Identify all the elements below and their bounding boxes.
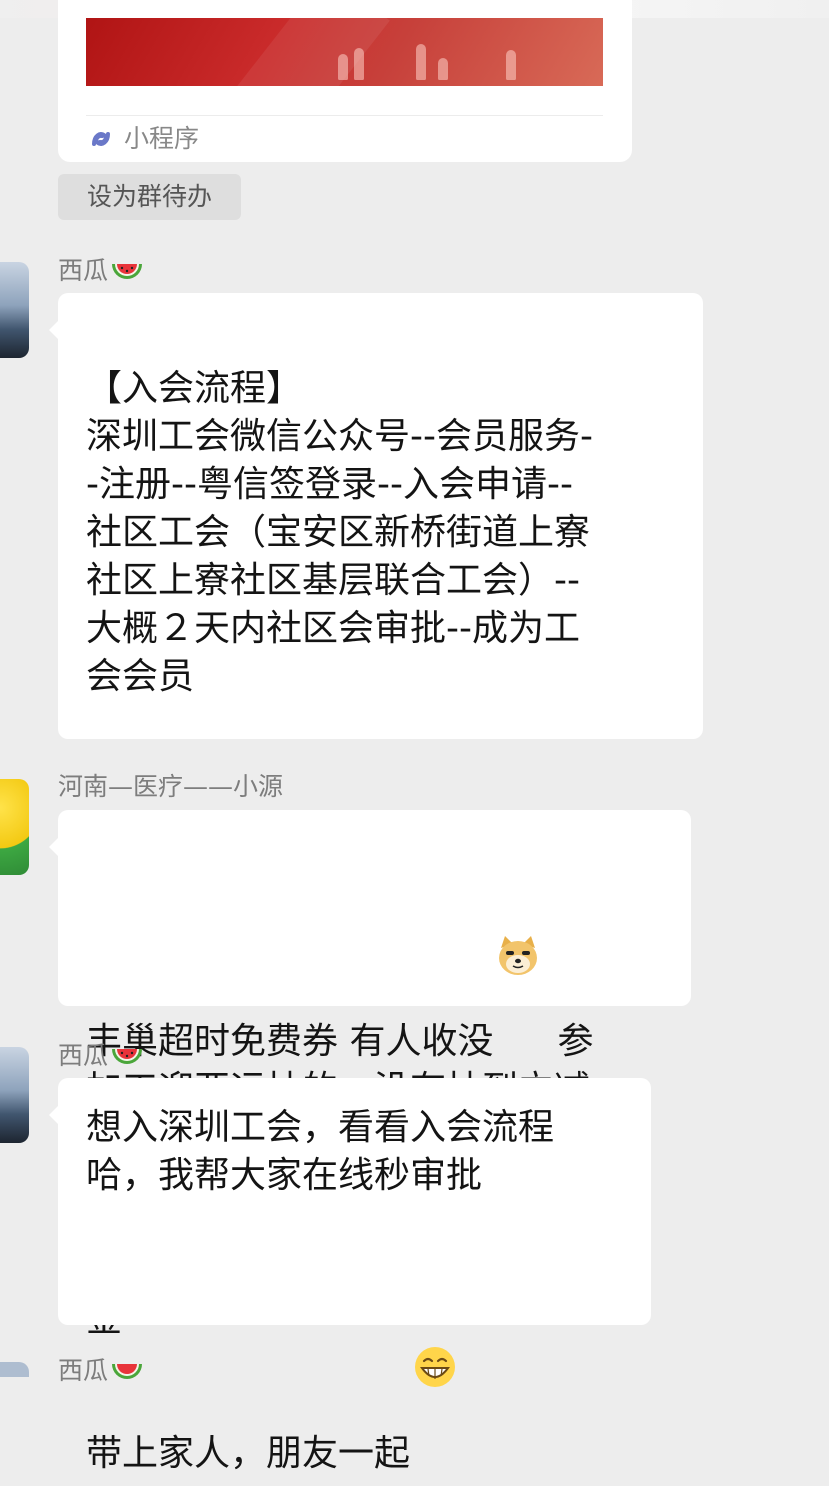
message-line: 哈，我帮大家在线秒审批 [86,1155,483,1196]
grinning-face-emoji-icon [412,1248,458,1387]
mini-program-divider [86,115,603,116]
message-text: 参 [557,1021,594,1062]
message-bubble[interactable]: 丰巢超时免费券 有人收没 参 加工迎亚运抽的，没有抽到立减 金 [49,810,691,1340]
message-line: 社区工会（宝安区新桥街道上寮 [86,512,591,553]
watermelon-icon [110,1360,144,1382]
message-text: 丰巢超时免费券 有人收没 [86,1021,494,1062]
sender-name: 河南—医疗——小源 [58,772,284,801]
message-line: 社区上寮社区基层联合工会）-- [86,560,580,601]
message-bubble[interactable]: 想入深圳工会，看看入会流程 哈，我帮大家在线秒审批 带上家人，朋友一起 [49,1078,651,1474]
sender-name: 西瓜 [58,254,144,288]
mini-program-cover-image [86,18,603,86]
avatar-xigua[interactable] [0,1047,29,1143]
message-bubble[interactable]: 【入会流程】 深圳工会微信公众号--会员服务- -注册--粤信签登录--入会申请… [49,293,703,739]
message-line: 带上家人，朋友一起 [86,1248,651,1478]
message-text: 带上家人，朋友一起 [86,1433,411,1474]
message-line: 深圳工会微信公众号--会员服务- [86,416,593,457]
message-line: 【入会流程】 [86,368,303,409]
sender-name: 西瓜 [58,1354,144,1388]
sender-name-text: 西瓜 [58,1356,109,1385]
sender-name-text: 西瓜 [58,1041,109,1070]
mini-program-card[interactable]: 小程序 [58,0,632,162]
message-line: 会会员 [86,656,195,697]
sender-name-text: 西瓜 [58,256,109,285]
avatar-xigua[interactable] [0,1362,29,1377]
watermelon-icon [110,260,144,282]
avatar-xiaoyuan[interactable] [0,779,29,875]
watermelon-icon [110,1045,144,1067]
sender-name: 西瓜 [58,1039,144,1073]
mini-program-link-icon [86,126,116,152]
mini-program-label: 小程序 [124,124,200,153]
avatar-xigua[interactable] [0,262,29,358]
message-line: 大概２天内社区会审批--成为工 [86,608,580,649]
message-line: 丰巢超时免费券 有人收没 参 [86,836,691,1066]
message-line: 想入深圳工会，看看入会流程 [86,1107,555,1148]
message-line: -注册--粤信签登录--入会申请-- [86,464,573,505]
doge-emoji-icon [495,836,541,975]
set-group-todo-button[interactable]: 设为群待办 [58,174,241,220]
